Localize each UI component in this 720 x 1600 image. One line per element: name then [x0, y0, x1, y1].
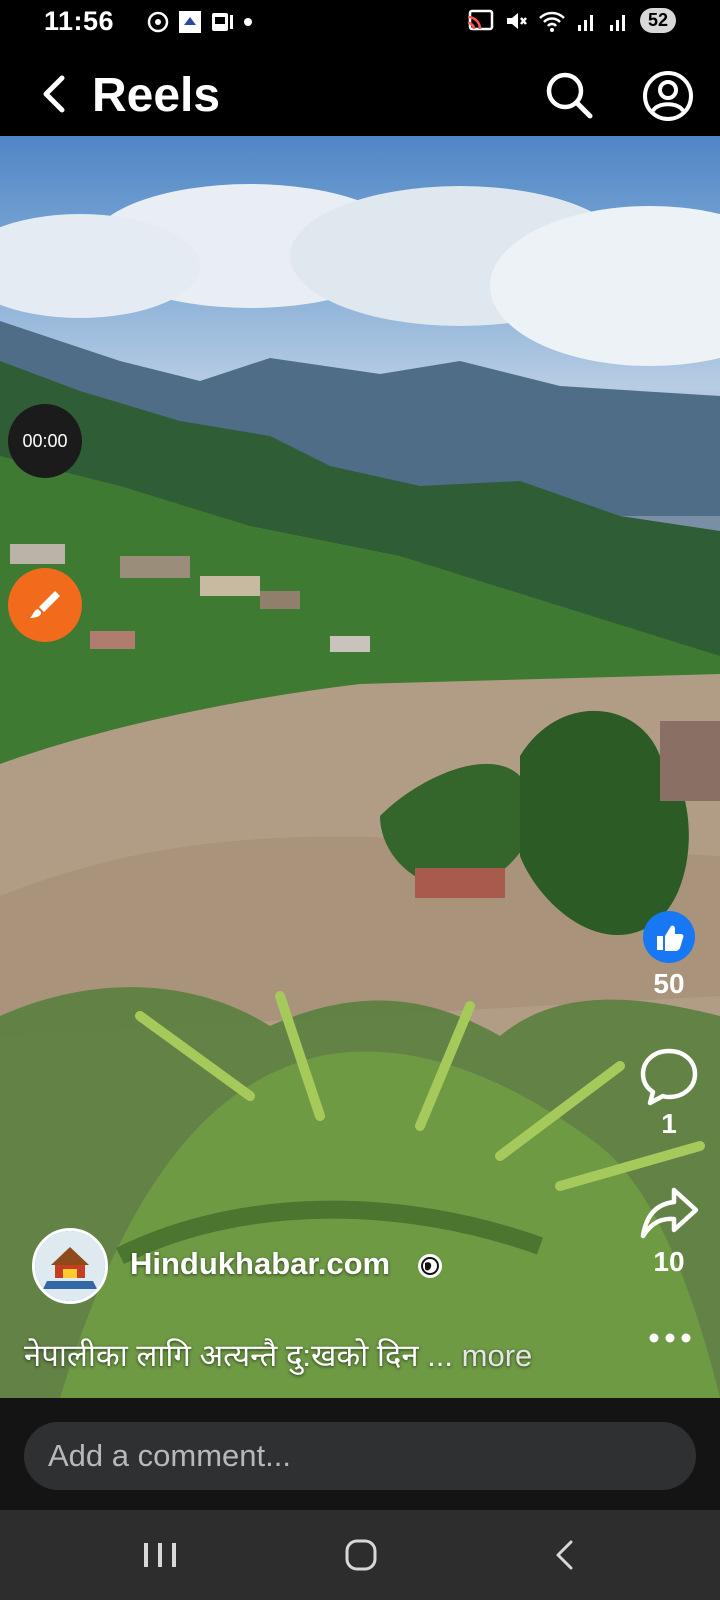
temple-logo-icon — [35, 1231, 105, 1301]
like-icon[interactable] — [642, 910, 696, 964]
share-count: 10 — [653, 1246, 685, 1277]
reels-header: Reels — [0, 48, 720, 136]
search-icon[interactable] — [544, 70, 594, 120]
profile-icon[interactable] — [642, 70, 694, 122]
like-count: 50 — [653, 968, 685, 999]
wifi-icon — [539, 11, 565, 32]
more-link[interactable]: more — [462, 1338, 533, 1373]
comment-count: 1 — [661, 1108, 677, 1139]
brush-button[interactable] — [8, 568, 82, 642]
globe-icon — [418, 1254, 442, 1278]
system-nav-bar — [0, 1510, 720, 1600]
page-name[interactable]: Hindukhabar.com — [130, 1246, 390, 1282]
status-left-icons — [146, 10, 254, 34]
page-title: Reels — [92, 69, 221, 122]
dot-icon — [244, 18, 252, 26]
more-options-icon[interactable] — [648, 1330, 692, 1346]
status-right-icons: 52 — [466, 8, 676, 33]
share-icon[interactable] — [638, 1186, 700, 1242]
home-icon[interactable] — [344, 1538, 378, 1572]
page-avatar[interactable] — [32, 1228, 108, 1304]
app-icon — [179, 11, 201, 33]
post-caption[interactable]: नेपालीका लागि अत्यन्तै दु:खको दिन ... mo… — [24, 1334, 584, 1376]
status-bar: 11:56 52 — [0, 0, 720, 48]
reel-video[interactable]: 00:00 — [0, 136, 720, 1398]
chatgpt-icon — [147, 11, 169, 33]
comment-bar: Add a comment... — [0, 1398, 720, 1510]
video-scene — [0, 184, 720, 1398]
video-timer: 00:00 — [8, 404, 82, 478]
battery-level: 52 — [639, 8, 676, 33]
status-time: 11:56 — [44, 6, 115, 36]
comment-input[interactable]: Add a comment... — [24, 1422, 696, 1490]
back-arrow-icon[interactable] — [38, 74, 68, 114]
caption-text: नेपालीका लागि अत्यन्तै दु:खको दिन ... — [24, 1338, 453, 1373]
signal-icon — [609, 14, 625, 31]
system-back-icon[interactable] — [550, 1538, 580, 1572]
signal-icon — [577, 14, 593, 31]
mute-icon — [506, 12, 527, 29]
comment-icon[interactable] — [638, 1046, 700, 1108]
cast-icon — [467, 9, 494, 30]
brush-icon — [30, 591, 60, 618]
gallery-icon — [212, 13, 233, 31]
recent-apps-icon[interactable] — [140, 1538, 180, 1572]
